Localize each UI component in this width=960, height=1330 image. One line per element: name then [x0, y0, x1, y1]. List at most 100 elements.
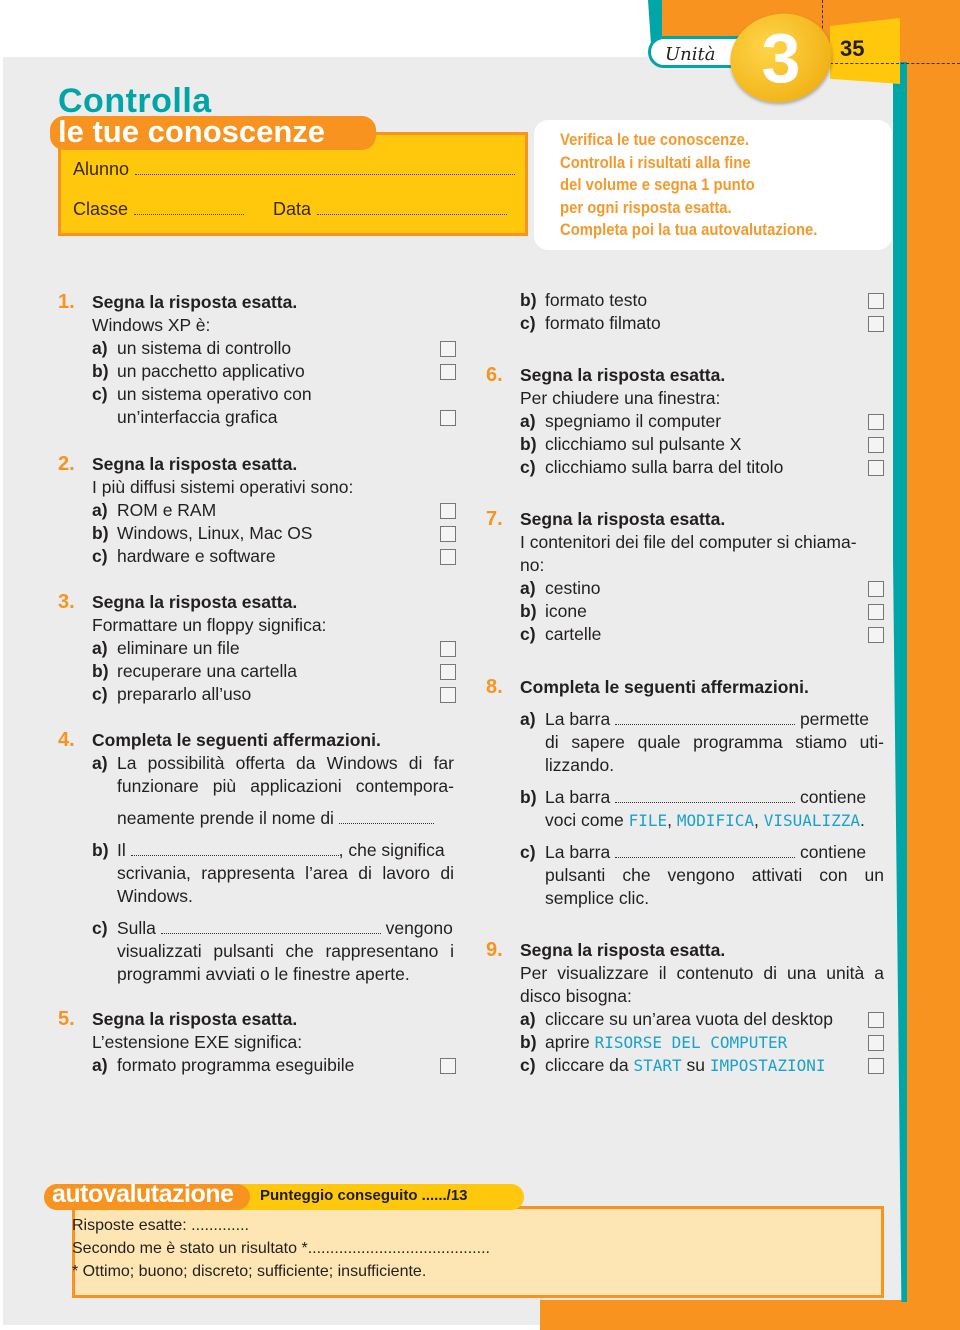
answer-checkbox[interactable]: [868, 316, 884, 332]
keyword-file: FILE: [628, 811, 668, 830]
option-c: c) formato filmato: [520, 312, 884, 335]
option-label: c): [520, 624, 536, 644]
classe-field[interactable]: Classe: [73, 199, 245, 220]
question-number: 6.: [486, 364, 503, 386]
option-label: b): [520, 787, 537, 807]
option-a: a) cestino: [520, 577, 884, 600]
question-prompt: I contenitori dei file del computer si c…: [520, 532, 857, 552]
answer-checkbox[interactable]: [440, 641, 456, 657]
statement-a: a) La barra permette di sapere quale pro…: [520, 708, 884, 777]
question-prompt: disco bisogna:: [520, 986, 632, 1006]
answer-checkbox[interactable]: [440, 549, 456, 565]
statement-line: neamente prende il nome di: [117, 807, 454, 830]
instructions-line: del volume e segna 1 punto: [560, 176, 755, 194]
data-blank[interactable]: [317, 213, 508, 215]
option-label: a): [520, 578, 536, 598]
option-text: hardware e software: [117, 546, 276, 566]
option-text: formato testo: [545, 290, 648, 310]
answer-checkbox[interactable]: [868, 1035, 884, 1051]
option-text: aprire: [545, 1032, 595, 1052]
option-c: c) cliccare da START su IMPOSTAZIONI: [520, 1054, 884, 1077]
question-prompt: no:: [520, 555, 545, 575]
option-label: a): [92, 500, 108, 520]
question-prompt: L’estensione EXE significa:: [92, 1032, 303, 1052]
answer-checkbox[interactable]: [868, 460, 884, 476]
keyword-modifica: MODIFICA: [676, 811, 754, 830]
answer-checkbox[interactable]: [440, 341, 456, 357]
statement-text: funzionare più applicazioni contempora-: [117, 776, 454, 796]
statement-line: Il , che significa: [117, 839, 454, 862]
statement-c: c) La barra contiene pulsanti che vengon…: [520, 841, 884, 910]
answer-blank[interactable]: [130, 855, 339, 856]
answer-checkbox[interactable]: [440, 526, 456, 542]
option-c: c) cartelle: [520, 623, 884, 646]
answer-checkbox[interactable]: [440, 1058, 456, 1074]
alunno-field[interactable]: Alunno: [73, 159, 523, 180]
page-number: 35: [840, 36, 865, 61]
option-b: b) formato testo: [520, 289, 884, 312]
question-prompt: I più diffusi sistemi operativi sono:: [92, 477, 354, 497]
question-1: 1. Segna la risposta esatta. Windows XP …: [58, 291, 456, 429]
question-number: 2.: [58, 453, 75, 475]
alunno-blank[interactable]: [135, 173, 516, 175]
answer-checkbox[interactable]: [868, 604, 884, 620]
answer-checkbox[interactable]: [440, 503, 456, 519]
option-label: c): [520, 842, 536, 862]
answer-checkbox[interactable]: [440, 664, 456, 680]
answer-checkbox[interactable]: [440, 687, 456, 703]
option-text: recuperare una cartella: [117, 661, 297, 681]
option-c: c) hardware e software: [92, 545, 456, 568]
statement-text: Sulla: [117, 918, 156, 938]
question-title: Segna la risposta esatta.: [520, 365, 726, 385]
question-prompt: Formattare un floppy significa:: [92, 615, 327, 635]
correct-answers-field[interactable]: Risposte esatte: .............: [72, 1217, 249, 1235]
answer-checkbox[interactable]: [440, 364, 456, 380]
statement-text: programmi avviati o le finestre aperte.: [117, 964, 410, 984]
answer-checkbox[interactable]: [868, 1012, 884, 1028]
option-label: b): [92, 661, 109, 681]
self-judgement-field[interactable]: Secondo me è stato un risultato *.......…: [72, 1240, 490, 1258]
statement-text: La barra: [545, 787, 611, 807]
option-text: ROM e RAM: [117, 500, 217, 520]
answer-checkbox[interactable]: [868, 293, 884, 309]
answer-checkbox[interactable]: [868, 437, 884, 453]
answer-blank[interactable]: [615, 857, 796, 858]
option-text: cliccare da: [545, 1055, 634, 1075]
question-7: 7. Segna la risposta esatta. I contenito…: [486, 508, 884, 646]
option-b: b) un pacchetto applicativo: [92, 360, 456, 383]
question-number: 9.: [486, 939, 503, 961]
option-label: b): [520, 1032, 537, 1052]
question-title: Segna la risposta esatta.: [92, 1009, 298, 1029]
answer-checkbox[interactable]: [868, 1058, 884, 1074]
statement-a: a) La possibilità offerta da Windows di …: [92, 752, 454, 830]
option-a: a) eliminare un file: [92, 637, 456, 660]
instructions-line: Verifica le tue conoscenze.: [560, 131, 750, 149]
score-label[interactable]: Punteggio conseguito ....../13: [260, 1187, 468, 1204]
statement-text: contiene: [799, 842, 867, 862]
statement-text: Windows.: [117, 886, 193, 906]
question-number: 4.: [58, 729, 75, 751]
question-3: 3. Segna la risposta esatta. Formattare …: [58, 591, 456, 706]
answer-blank[interactable]: [338, 823, 434, 824]
answer-blank[interactable]: [615, 802, 796, 803]
keyword-risorse-del-computer: RISORSE DEL COMPUTER: [594, 1033, 788, 1052]
classe-blank[interactable]: [134, 213, 245, 215]
statement-text: La barra: [545, 842, 611, 862]
rating-scale-note: * Ottimo; buono; discreto; sufficiente; …: [72, 1263, 427, 1280]
answer-blank[interactable]: [160, 933, 381, 934]
answer-checkbox[interactable]: [440, 410, 456, 426]
answer-checkbox[interactable]: [868, 414, 884, 430]
option-label: c): [92, 384, 108, 404]
data-field[interactable]: Data: [273, 199, 508, 220]
answer-checkbox[interactable]: [868, 581, 884, 597]
question-4: 4. Completa le seguenti affermazioni. a)…: [58, 729, 454, 986]
question-prompt: Per visualizzare il contenuto di una uni…: [520, 963, 884, 983]
decor-orange-bottom: [540, 1300, 960, 1330]
answer-checkbox[interactable]: [868, 627, 884, 643]
statement-text: di sapere quale programma stiamo uti-: [545, 732, 884, 752]
page-title-line2: le tue conoscenze: [58, 114, 326, 149]
option-label: b): [520, 290, 537, 310]
statement-text: lizzando.: [545, 755, 615, 775]
option-b: b) recuperare una cartella: [92, 660, 456, 683]
answer-blank[interactable]: [615, 724, 796, 725]
